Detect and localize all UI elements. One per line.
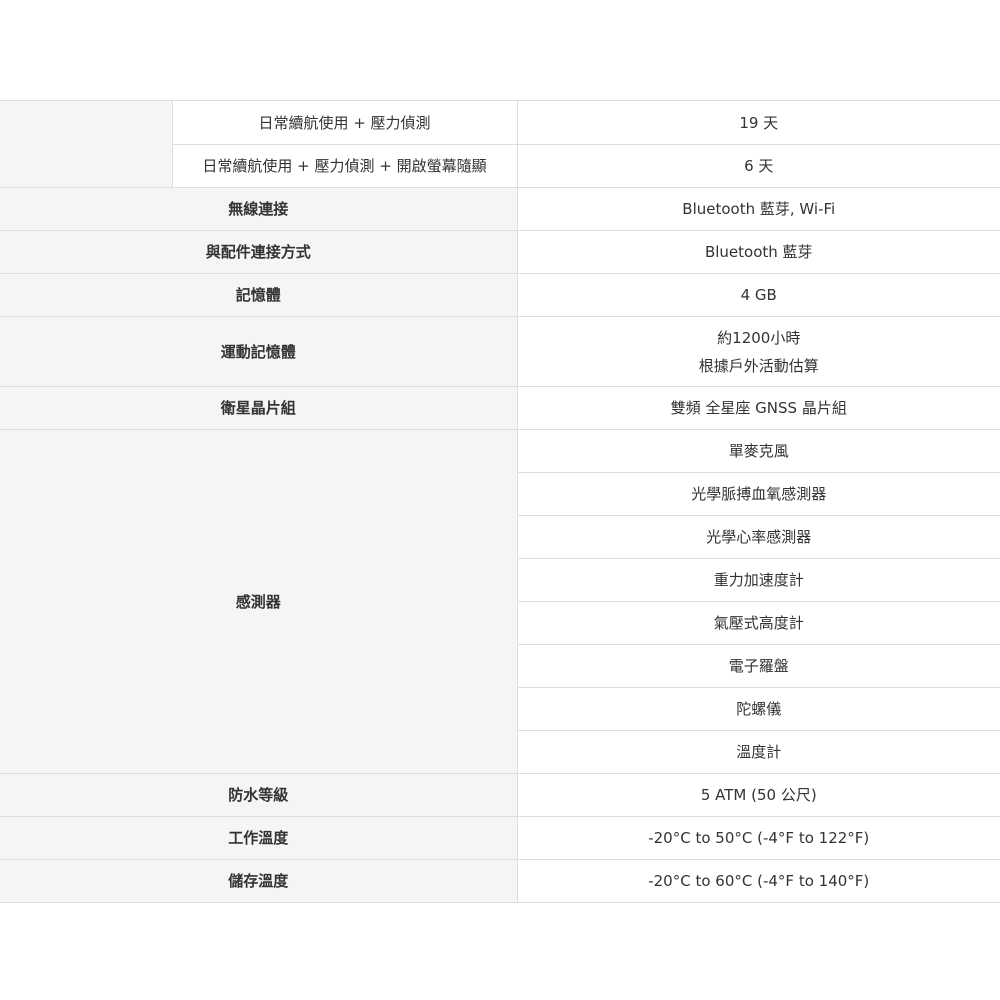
accessory-value: Bluetooth 藍芽 — [516, 230, 1000, 274]
battery-value: 6 天 — [516, 144, 1000, 188]
activity-memory-value: 約1200小時 根據戶外活動估算 — [516, 316, 1000, 387]
sensor-item: 電子羅盤 — [517, 644, 1000, 688]
activity-memory-row: 運動記憶體 約1200小時 根據戶外活動估算 — [0, 316, 1000, 387]
wireless-label: 無線連接 — [0, 187, 518, 231]
sensor-item: 重力加速度計 — [517, 558, 1000, 602]
sensor-item: 溫度計 — [517, 730, 1000, 774]
sensor-item: 光學脈搏血氧感測器 — [517, 472, 1000, 516]
waterproof-label: 防水等級 — [0, 773, 518, 817]
battery-value: 19 天 — [516, 100, 1000, 145]
sensors-label: 感測器 — [0, 429, 518, 774]
waterproof-value: 5 ATM (50 公尺) — [516, 773, 1000, 817]
sensor-item: 單麥克風 — [516, 429, 1000, 473]
memory-value: 4 GB — [516, 273, 1000, 317]
wireless-value: Bluetooth 藍芽, Wi-Fi — [516, 187, 1000, 231]
memory-row: 記憶體 4 GB — [0, 273, 1000, 317]
chipset-row: 衛星晶片組 雙頻 全星座 GNSS 晶片組 — [0, 386, 1000, 430]
activity-memory-value-line2: 根據戶外活動估算 — [698, 356, 819, 375]
accessory-label: 與配件連接方式 — [0, 230, 518, 274]
sensor-row: 感測器 單麥克風 — [0, 429, 1000, 774]
chipset-label: 衛星晶片組 — [0, 386, 518, 430]
battery-sub-label: 日常續航使用 + 壓力偵測 — [171, 100, 518, 145]
battery-group-cell — [0, 100, 173, 188]
sensor-item: 光學心率感測器 — [517, 515, 1000, 559]
operating-temp-row: 工作溫度 -20°C to 50°C (-4°F to 122°F) — [0, 816, 1000, 860]
operating-temp-label: 工作溫度 — [0, 816, 518, 860]
operating-temp-value: -20°C to 50°C (-4°F to 122°F) — [516, 816, 1000, 860]
chipset-value: 雙頻 全星座 GNSS 晶片組 — [516, 386, 1000, 430]
battery-sub-label: 日常續航使用 + 壓力偵測 + 開啟螢幕隨顯 — [172, 144, 518, 188]
storage-temp-label: 儲存溫度 — [0, 859, 518, 903]
sensor-item: 陀螺儀 — [517, 687, 1000, 731]
waterproof-row: 防水等級 5 ATM (50 公尺) — [0, 773, 1000, 817]
battery-row-daily-stress: 日常續航使用 + 壓力偵測 19 天 — [0, 100, 1000, 188]
accessory-row: 與配件連接方式 Bluetooth 藍芽 — [0, 230, 1000, 274]
storage-temp-value: -20°C to 60°C (-4°F to 140°F) — [516, 859, 1000, 903]
sensor-item: 氣壓式高度計 — [517, 601, 1000, 645]
activity-memory-label: 運動記憶體 — [0, 316, 518, 387]
storage-temp-row: 儲存溫度 -20°C to 60°C (-4°F to 140°F) — [0, 859, 1000, 903]
memory-label: 記憶體 — [0, 273, 518, 317]
spec-table: 日常續航使用 + 壓力偵測 19 天 日常續航使用 + 壓力偵測 + 開啟螢幕隨… — [0, 100, 1000, 903]
wireless-row: 無線連接 Bluetooth 藍芽, Wi-Fi — [0, 187, 1000, 231]
activity-memory-value-line1: 約1200小時 — [717, 328, 801, 347]
